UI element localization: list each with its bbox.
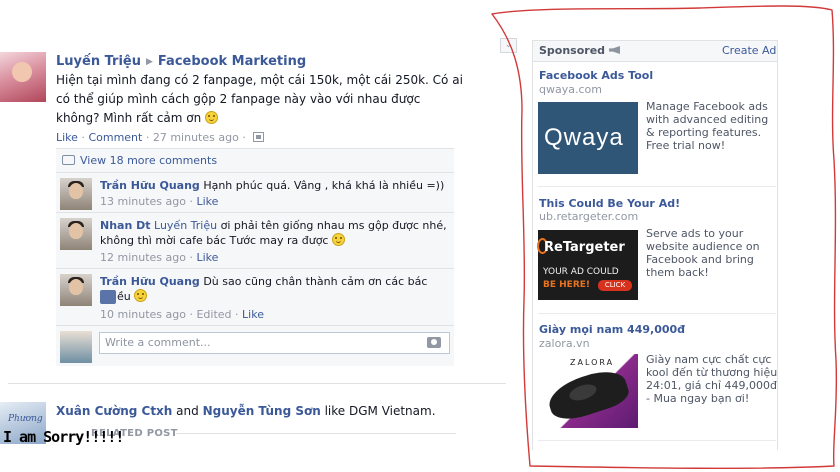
red-annotation-outline: [491, 5, 838, 470]
